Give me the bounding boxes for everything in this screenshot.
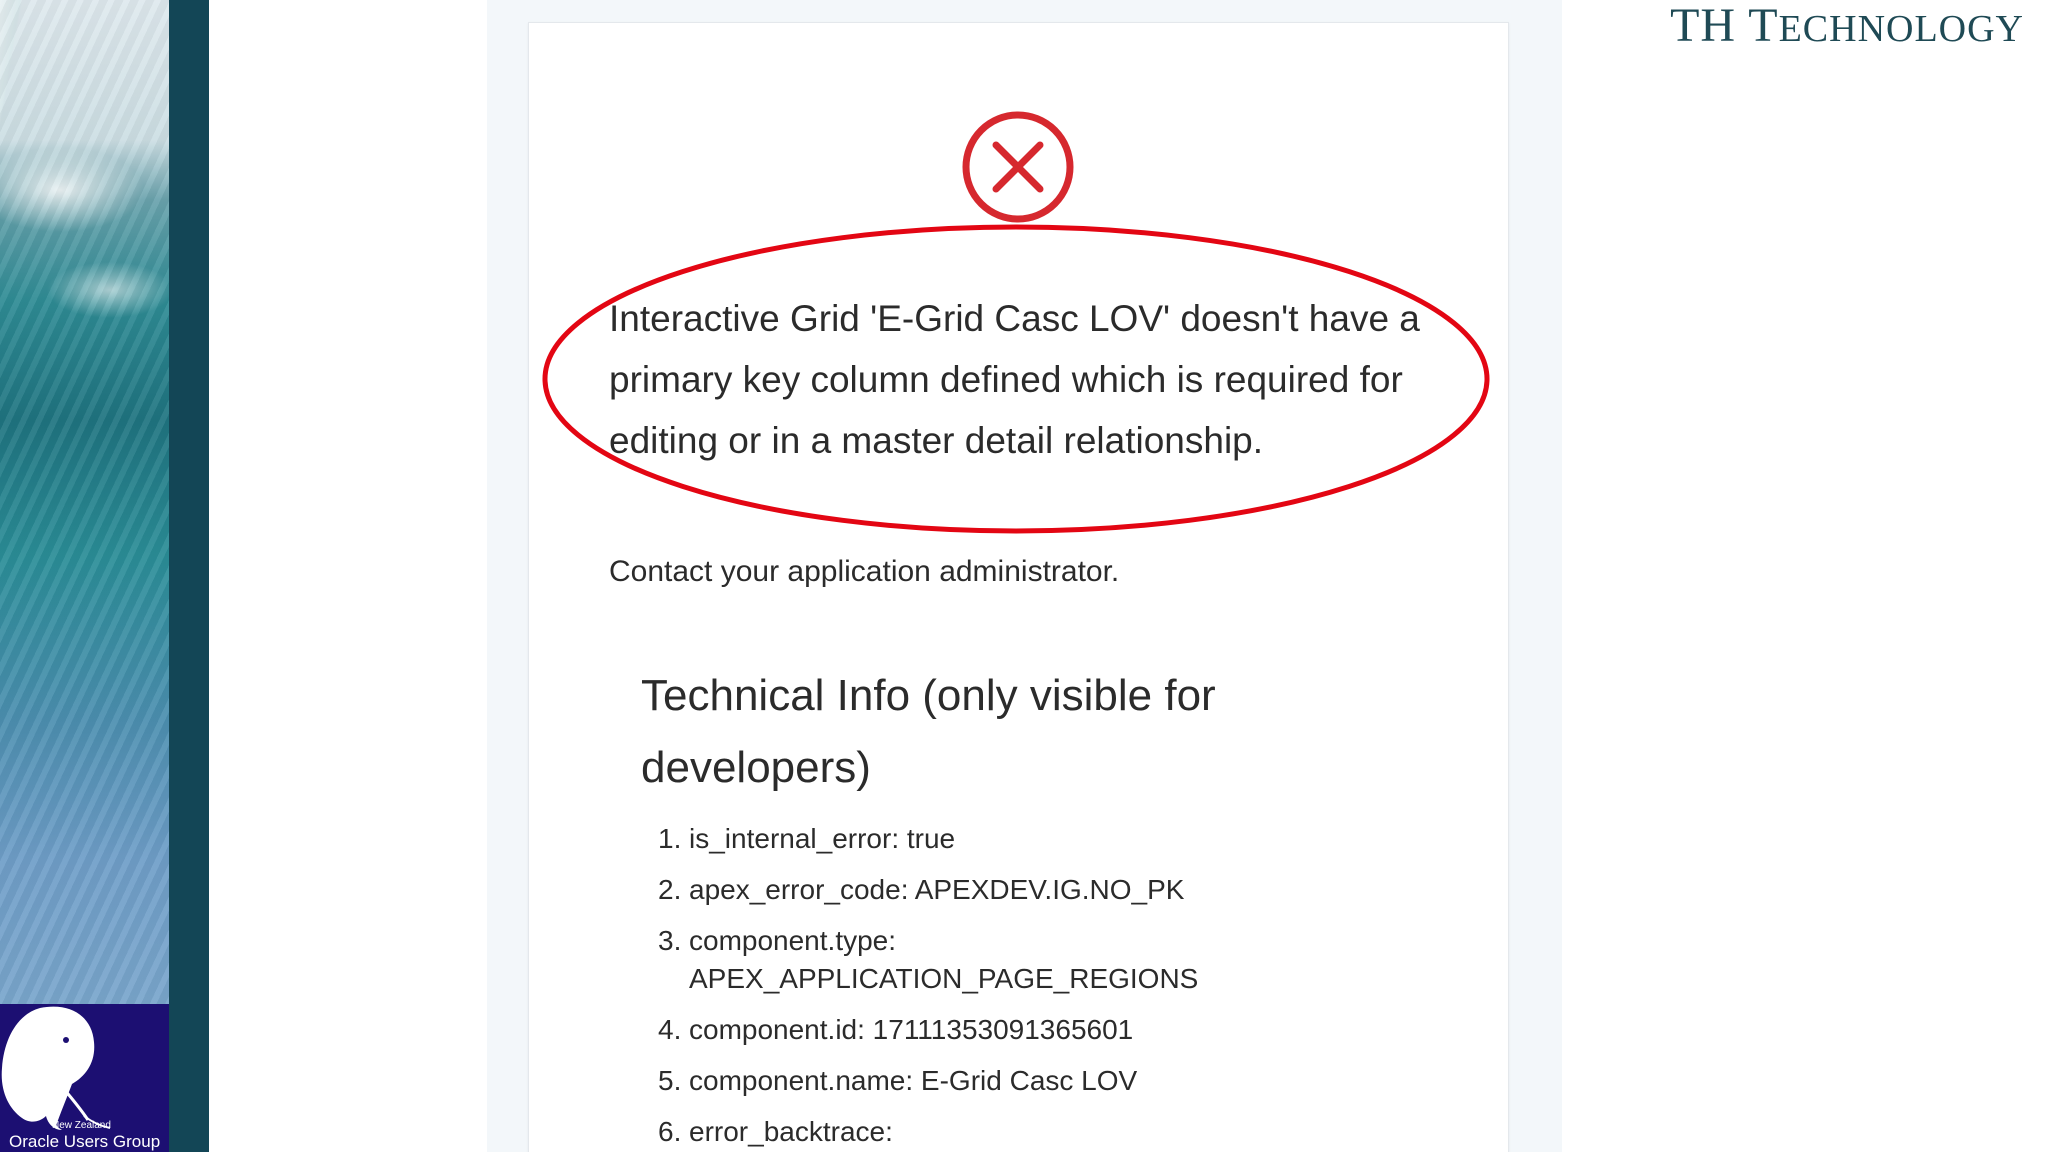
error-x-circle-icon xyxy=(962,111,1074,223)
brand-title: TH TECHNOLOGY xyxy=(1670,0,2024,52)
list-item-text: component.name: E-Grid Casc LOV xyxy=(689,1065,1138,1096)
list-item-text: component.type: xyxy=(689,925,897,956)
list-item-text: error_backtrace: xyxy=(689,1116,893,1147)
slide-side-bar xyxy=(169,0,209,1152)
error-message: Interactive Grid 'E-Grid Casc LOV' doesn… xyxy=(609,298,1420,461)
list-item: 1. is_internal_error: true xyxy=(658,823,956,854)
list-item-text: apex_error_code: APEXDEV.IG.NO_PK xyxy=(689,874,1185,905)
list-item-text: component.id: 17111353091365601 xyxy=(689,1014,1134,1045)
list-item: 6. error_backtrace: xyxy=(658,1116,893,1147)
brand-second-rest: ECHNOLOGY xyxy=(1778,8,2024,50)
brand-second-initial: T xyxy=(1748,0,1779,52)
slide: New Zealand Oracle Users Group TH TECHNO… xyxy=(0,0,2048,1152)
brand-first: TH xyxy=(1670,0,1737,52)
list-item: 3. component.type: APEX_APPLICATION_PAGE… xyxy=(650,922,1410,998)
wave-image xyxy=(0,0,169,1004)
contact-admin-text: Contact your application administrator. xyxy=(609,555,1120,588)
nzoug-logo: New Zealand Oracle Users Group xyxy=(0,1004,169,1152)
logo-country: New Zealand xyxy=(52,1120,111,1131)
list-item: 2. apex_error_code: APEXDEV.IG.NO_PK xyxy=(658,874,1185,905)
technical-info-list: 1. is_internal_error: true 2. apex_error… xyxy=(650,820,1410,1152)
list-item-text-continued: APEX_APPLICATION_PAGE_REGIONS xyxy=(689,963,1199,994)
list-item-text: is_internal_error: true xyxy=(689,823,956,854)
technical-info-heading: Technical Info (only visible for develop… xyxy=(641,671,1216,792)
logo-name: Oracle Users Group xyxy=(9,1132,161,1151)
list-item: 5. component.name: E-Grid Casc LOV xyxy=(658,1065,1138,1096)
list-item: 4. component.id: 17111353091365601 xyxy=(658,1014,1134,1045)
